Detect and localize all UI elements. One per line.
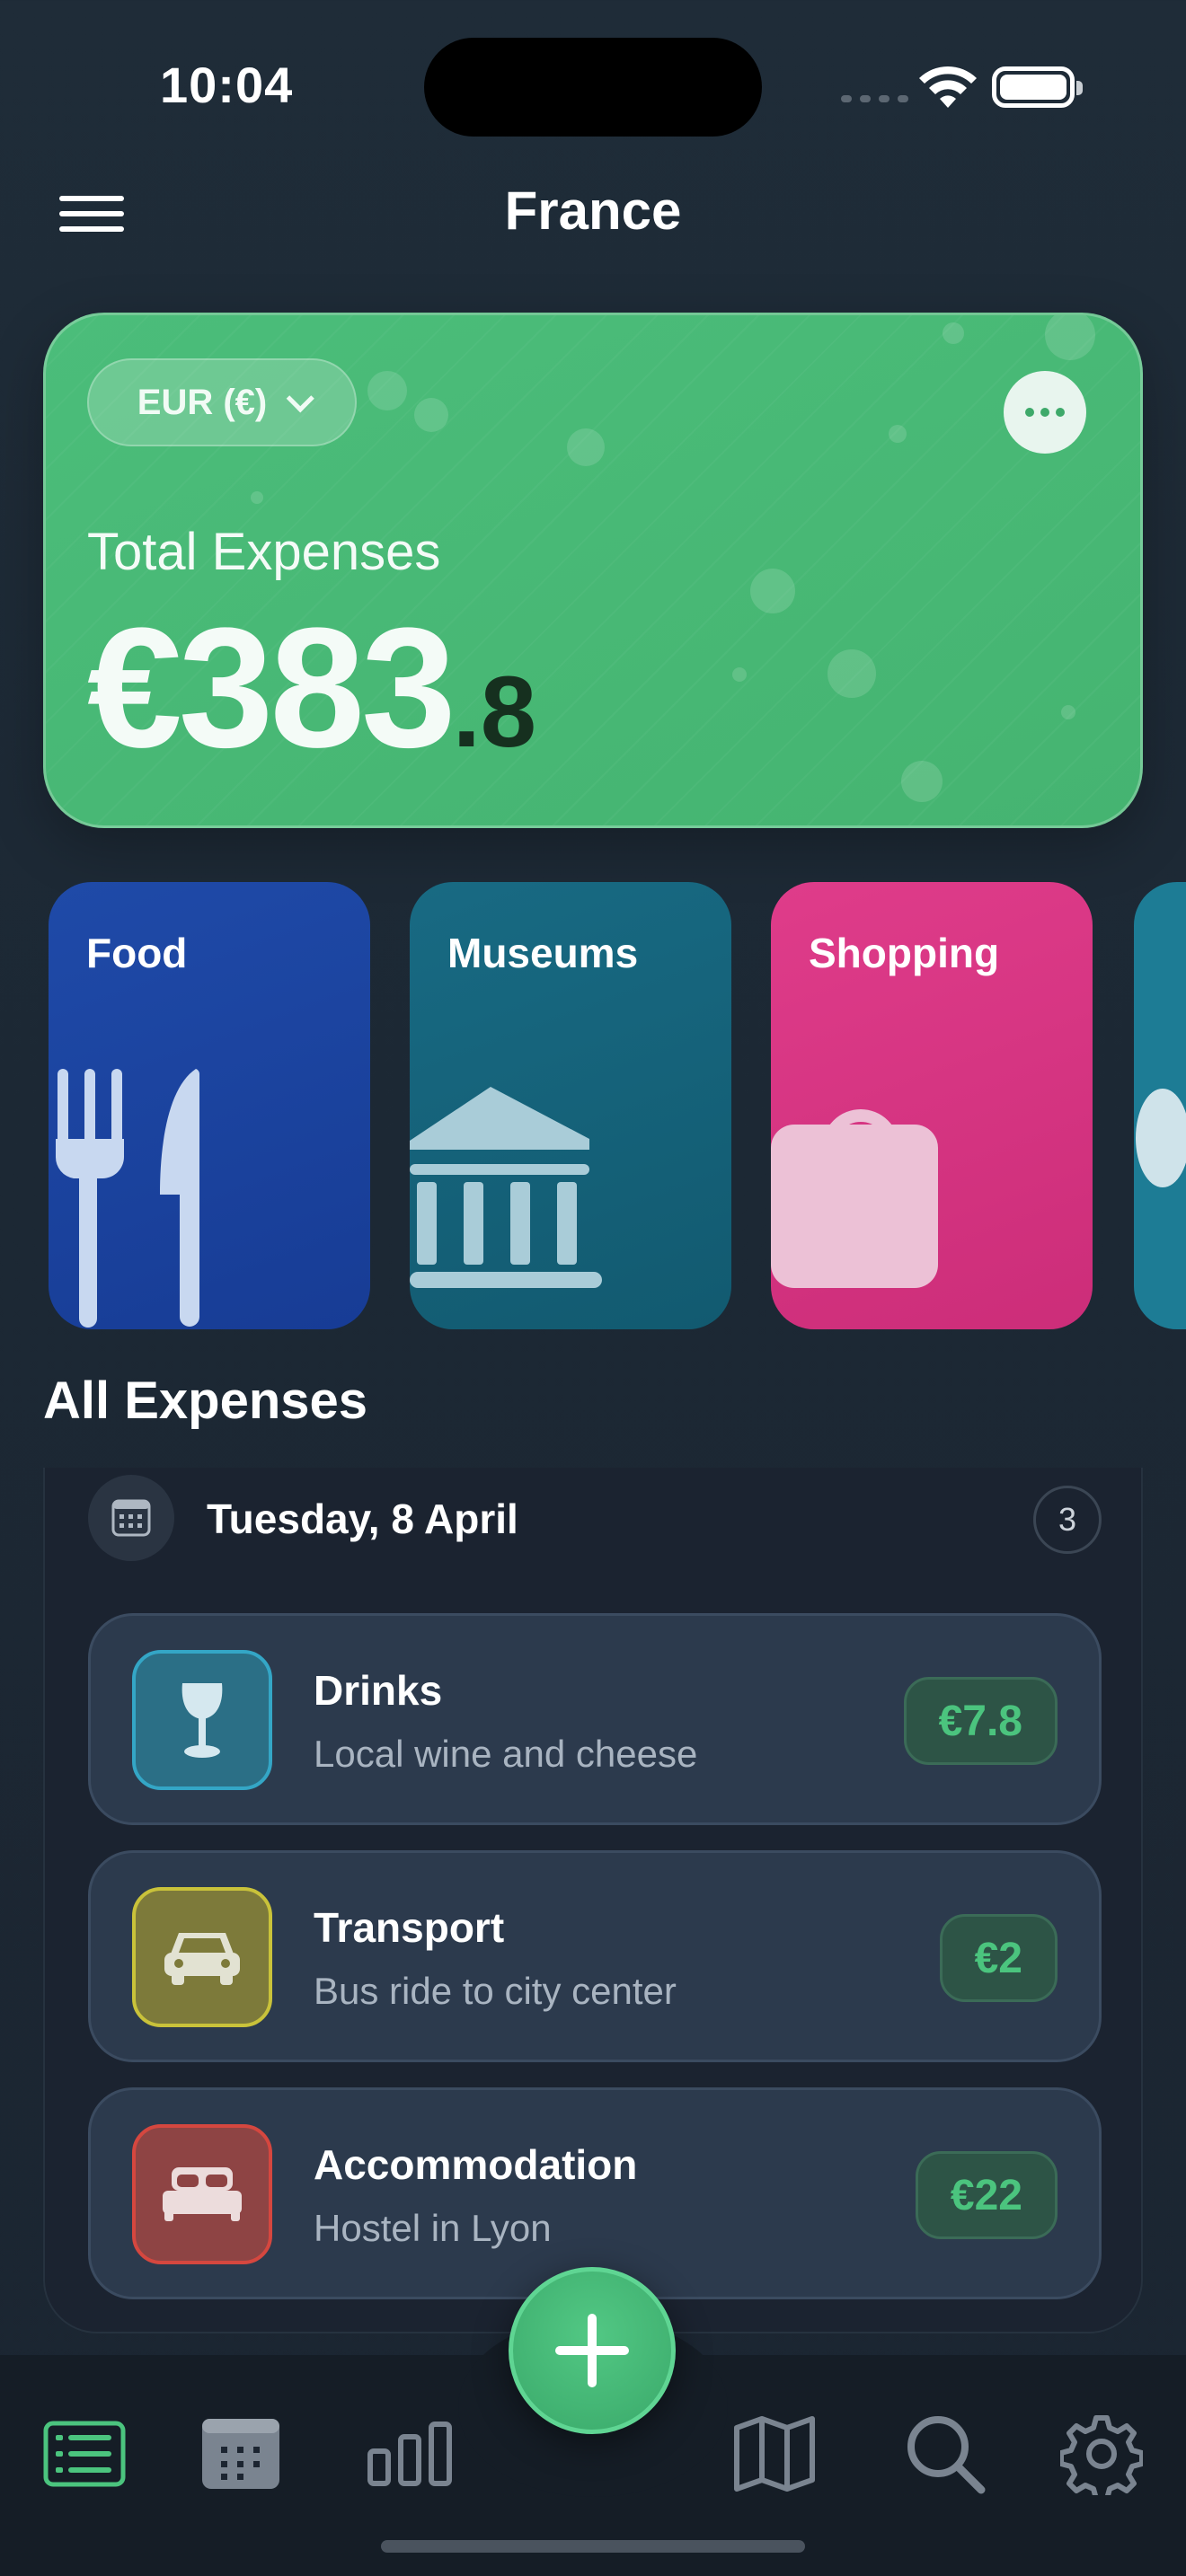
section-title: All Expenses <box>43 1372 368 1430</box>
expense-title: Drinks <box>314 1667 443 1714</box>
total-amount: €383.8 <box>87 603 536 773</box>
tab-list[interactable] <box>40 2413 129 2495</box>
tab-search[interactable] <box>900 2413 990 2495</box>
dynamic-island <box>424 38 762 137</box>
category-card-museums[interactable]: Museums <box>410 882 731 1329</box>
expense-amount: €22 <box>915 2151 1058 2239</box>
chevron-down-icon <box>286 384 315 413</box>
wifi-icon <box>919 66 977 108</box>
page-title: France <box>504 181 682 241</box>
total-amount-whole: €383 <box>87 593 456 783</box>
category-label: Museums <box>447 930 639 976</box>
shopping-bag-icon <box>771 1109 938 1288</box>
total-amount-decimal: .8 <box>452 656 537 768</box>
stats-icon <box>367 2422 452 2486</box>
expense-group: Tuesday, 8 April 3 Drinks Local wine and… <box>43 1468 1143 2333</box>
map-icon <box>734 2416 815 2492</box>
add-expense-button[interactable] <box>509 2267 676 2434</box>
home-indicator <box>381 2540 805 2553</box>
category-card-more[interactable] <box>1134 882 1186 1329</box>
expense-row-drinks[interactable]: Drinks Local wine and cheese €7.8 <box>88 1613 1102 1825</box>
settings-icon <box>1060 2415 1143 2495</box>
more-options-button[interactable] <box>1004 371 1086 454</box>
category-label: Shopping <box>809 930 1000 976</box>
calendar-icon <box>88 1475 174 1561</box>
wine-glass-icon <box>132 1650 272 1790</box>
status-time: 10:04 <box>160 57 294 113</box>
group-count-badge: 3 <box>1033 1486 1102 1554</box>
calendar-icon <box>202 2419 279 2489</box>
expense-title: Transport <box>314 1904 505 1951</box>
group-date: Tuesday, 8 April <box>207 1495 518 1542</box>
total-label: Total Expenses <box>87 523 441 581</box>
tab-stats[interactable] <box>365 2413 455 2495</box>
expense-subtitle: Local wine and cheese <box>314 1733 698 1775</box>
category-card-shopping[interactable]: Shopping <box>771 882 1093 1329</box>
tab-map[interactable] <box>730 2413 819 2495</box>
currency-label: EUR (€) <box>137 382 268 422</box>
expense-amount: €2 <box>939 1914 1058 2002</box>
expense-subtitle: Hostel in Lyon <box>314 2207 552 2249</box>
expense-title: Accommodation <box>314 2141 638 2188</box>
bed-icon <box>132 2124 272 2264</box>
tab-calendar[interactable] <box>196 2413 286 2495</box>
expense-amount: €7.8 <box>903 1677 1058 1765</box>
expense-subtitle: Bus ride to city center <box>314 1970 677 2012</box>
museum-icon <box>410 1087 602 1288</box>
category-label: Food <box>86 930 188 976</box>
search-icon <box>907 2416 986 2494</box>
fork-knife-icon <box>55 1069 200 1328</box>
cellular-signal-icon <box>841 95 908 102</box>
list-icon <box>43 2421 126 2487</box>
category-card-food[interactable]: Food <box>49 882 370 1329</box>
tab-settings[interactable] <box>1057 2413 1146 2495</box>
currency-selector[interactable]: EUR (€) <box>87 358 357 446</box>
battery-icon <box>992 66 1083 108</box>
car-icon <box>132 1887 272 2027</box>
expense-row-transport[interactable]: Transport Bus ride to city center €2 <box>88 1850 1102 2062</box>
total-expenses-card: EUR (€) Total Expenses €383.8 <box>43 313 1143 828</box>
